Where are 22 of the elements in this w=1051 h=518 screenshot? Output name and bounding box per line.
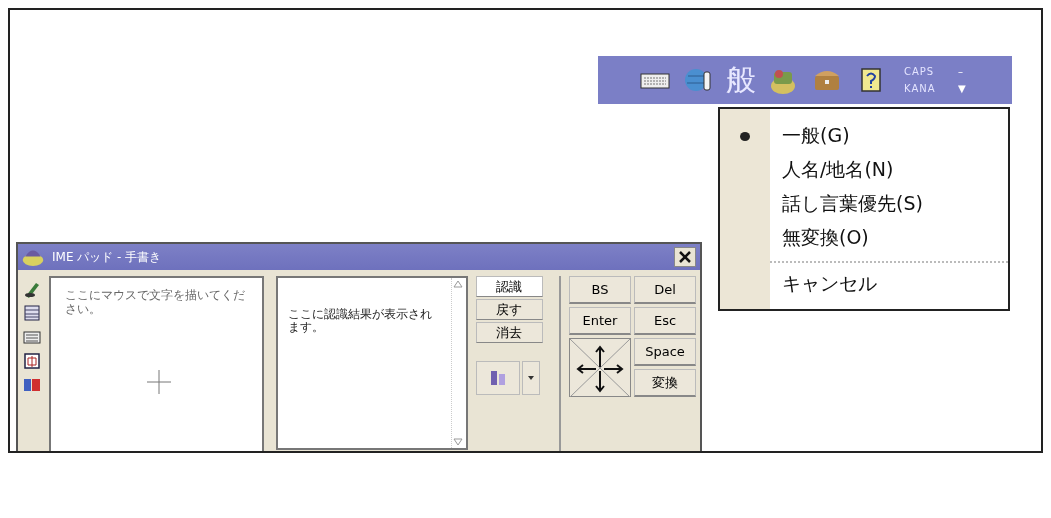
- result-hint: ここに認識結果が表示されます。: [287, 306, 434, 337]
- status-indicator: KANA: [904, 83, 937, 94]
- placeholder-text: ここにマウスで文字を描いてください。: [65, 288, 247, 317]
- action-button[interactable]: 戻す: [475, 299, 543, 320]
- options-button[interactable]: ▼: [958, 83, 966, 94]
- menu-item[interactable]: 話し言葉優先(S): [782, 187, 1008, 221]
- key-button[interactable]: Enter: [569, 307, 631, 335]
- window-title: IME パッド - 手書き: [52, 248, 163, 266]
- action-button[interactable]: 認識: [475, 276, 543, 297]
- key-button[interactable]: Del: [634, 276, 696, 304]
- handwriting-area[interactable]: ここにマウスで文字を描いてください。: [49, 276, 265, 451]
- key-button[interactable]: BS: [569, 276, 631, 304]
- status-indicator: CAPS: [904, 66, 936, 77]
- key-button[interactable]: 変換: [634, 369, 696, 397]
- menu-item[interactable]: キャンセル: [782, 267, 1008, 301]
- menu-item[interactable]: 一般(G): [782, 119, 1008, 153]
- minimize-button[interactable]: –: [958, 66, 963, 77]
- menu-item[interactable]: 無変換(O): [782, 221, 1008, 255]
- key-button[interactable]: Esc: [634, 307, 696, 335]
- action-button[interactable]: 消去: [475, 322, 543, 343]
- key-button[interactable]: Space: [634, 338, 696, 366]
- menu-item[interactable]: 人名/地名(N): [782, 153, 1008, 187]
